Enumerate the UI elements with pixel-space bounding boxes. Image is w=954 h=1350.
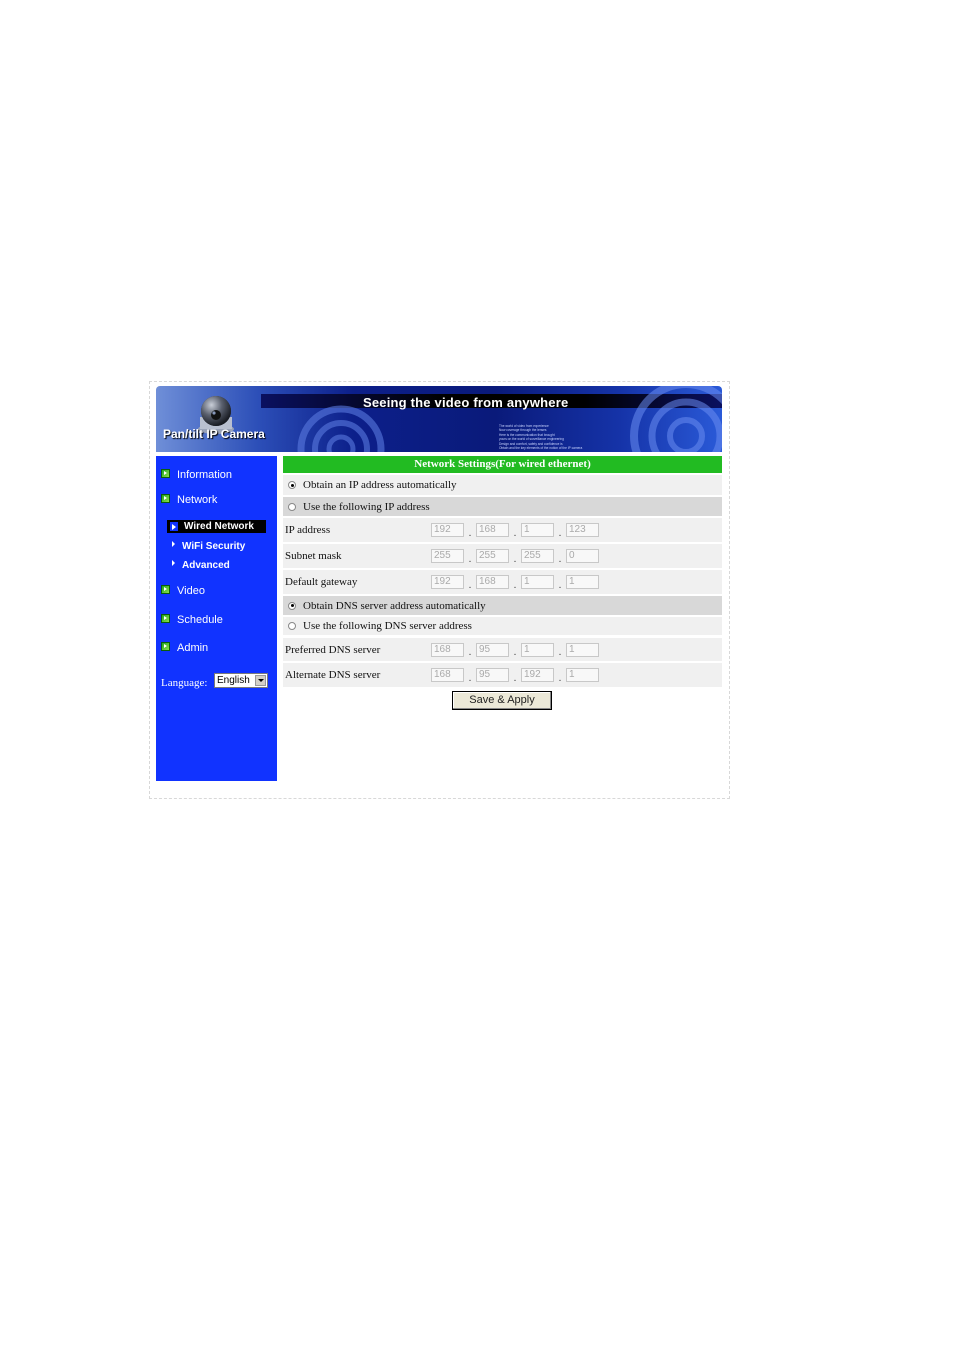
gateway-octet-4[interactable]: 1 (566, 575, 599, 589)
alternate-dns-octet-3[interactable]: 192 (521, 668, 554, 682)
dns-auto-label: Obtain DNS server address automatically (303, 599, 486, 612)
signal-rings-graphic-right (630, 386, 722, 452)
alternate-dns-octet-1[interactable]: 168 (431, 668, 464, 682)
default-gateway-label: Default gateway (285, 576, 358, 588)
sidebar-item-admin[interactable]: Admin (161, 641, 208, 654)
gateway-octet-2[interactable]: 168 (476, 575, 509, 589)
subnet-octet-2[interactable]: 255 (476, 549, 509, 563)
preferred-dns-octet-2[interactable]: 95 (476, 642, 509, 657)
preferred-dns-octet-3[interactable]: 1 (521, 642, 554, 657)
subnet-mask-label: Subnet mask (285, 550, 342, 562)
ip-address-label: IP address (285, 524, 331, 536)
dns-manual-row: Use the following DNS server address (283, 617, 722, 635)
banner-tagline: Seeing the video from anywhere (363, 395, 569, 410)
default-gateway-row: Default gateway 192. 168. 1. 1 (283, 570, 722, 594)
ip-address-octet-2[interactable]: 168 (476, 523, 509, 537)
ip-manual-label: Use the following IP address (303, 500, 430, 513)
sidebar: Information Network Wired Network WiFi S… (156, 456, 277, 781)
alternate-dns-label: Alternate DNS server (285, 669, 381, 681)
sidebar-subitem-wired-network[interactable]: Wired Network (167, 520, 266, 533)
subnet-octet-3[interactable]: 255 (521, 549, 554, 563)
ip-address-octet-3[interactable]: 1 (521, 523, 554, 537)
sidebar-item-schedule[interactable]: Schedule (161, 613, 223, 626)
arrow-icon (161, 493, 170, 503)
ip-address-octet-4[interactable]: 123 (566, 523, 599, 537)
sidebar-item-information[interactable]: Information (161, 468, 232, 481)
language-select[interactable]: English (214, 673, 268, 688)
chevron-down-icon[interactable] (255, 675, 266, 686)
header-banner: Seeing the video from anywhere Pan/tilt … (156, 386, 722, 452)
arrow-icon (172, 540, 175, 547)
arrow-icon (161, 613, 170, 623)
ip-auto-label: Obtain an IP address automatically (303, 479, 457, 491)
gateway-octet-3[interactable]: 1 (521, 575, 554, 589)
alternate-dns-octet-2[interactable]: 95 (476, 668, 509, 682)
sidebar-subitem-advanced[interactable]: Advanced (172, 559, 230, 571)
ip-address-octet-1[interactable]: 192 (431, 523, 464, 537)
banner-fine-print: The world of video from experience Now c… (499, 424, 583, 451)
ip-auto-radio[interactable] (288, 481, 296, 489)
page-title: Network Settings(For wired ethernet) (283, 456, 722, 473)
banner-brand: Pan/tilt IP Camera (163, 427, 265, 441)
alternate-dns-octet-4[interactable]: 1 (566, 668, 599, 682)
dns-auto-radio[interactable] (288, 601, 296, 610)
language-label: Language: (161, 677, 208, 689)
preferred-dns-label: Preferred DNS server (285, 643, 381, 656)
preferred-dns-octet-4[interactable]: 1 (566, 642, 599, 657)
arrow-icon (172, 559, 175, 566)
subnet-octet-4[interactable]: 0 (566, 549, 599, 563)
sidebar-item-network[interactable]: Network (161, 493, 217, 506)
signal-rings-graphic (297, 405, 385, 452)
arrow-icon (161, 641, 170, 651)
ip-manual-radio[interactable] (288, 502, 296, 511)
dns-manual-label: Use the following DNS server address (303, 620, 472, 632)
alternate-dns-row: Alternate DNS server 168. 95. 192. 1 (283, 663, 722, 687)
gateway-octet-1[interactable]: 192 (431, 575, 464, 589)
dns-auto-row: Obtain DNS server address automatically (283, 596, 722, 615)
ip-manual-row: Use the following IP address (283, 497, 722, 516)
subnet-octet-1[interactable]: 255 (431, 549, 464, 563)
ip-address-row: IP address 192. 168. 1. 123 (283, 518, 722, 542)
arrow-icon (161, 468, 170, 478)
arrow-icon (161, 584, 170, 594)
ip-auto-row: Obtain an IP address automatically (283, 475, 722, 495)
save-apply-button[interactable]: Save & Apply (452, 691, 552, 710)
subnet-mask-row: Subnet mask 255. 255. 255. 0 (283, 544, 722, 568)
sidebar-subitem-wifi-security[interactable]: WiFi Security (172, 540, 245, 552)
sidebar-item-video[interactable]: Video (161, 584, 205, 597)
dns-manual-radio[interactable] (288, 622, 296, 630)
arrow-icon (170, 522, 178, 531)
preferred-dns-octet-1[interactable]: 168 (431, 642, 464, 657)
preferred-dns-row: Preferred DNS server 168. 95. 1. 1 (283, 638, 722, 661)
